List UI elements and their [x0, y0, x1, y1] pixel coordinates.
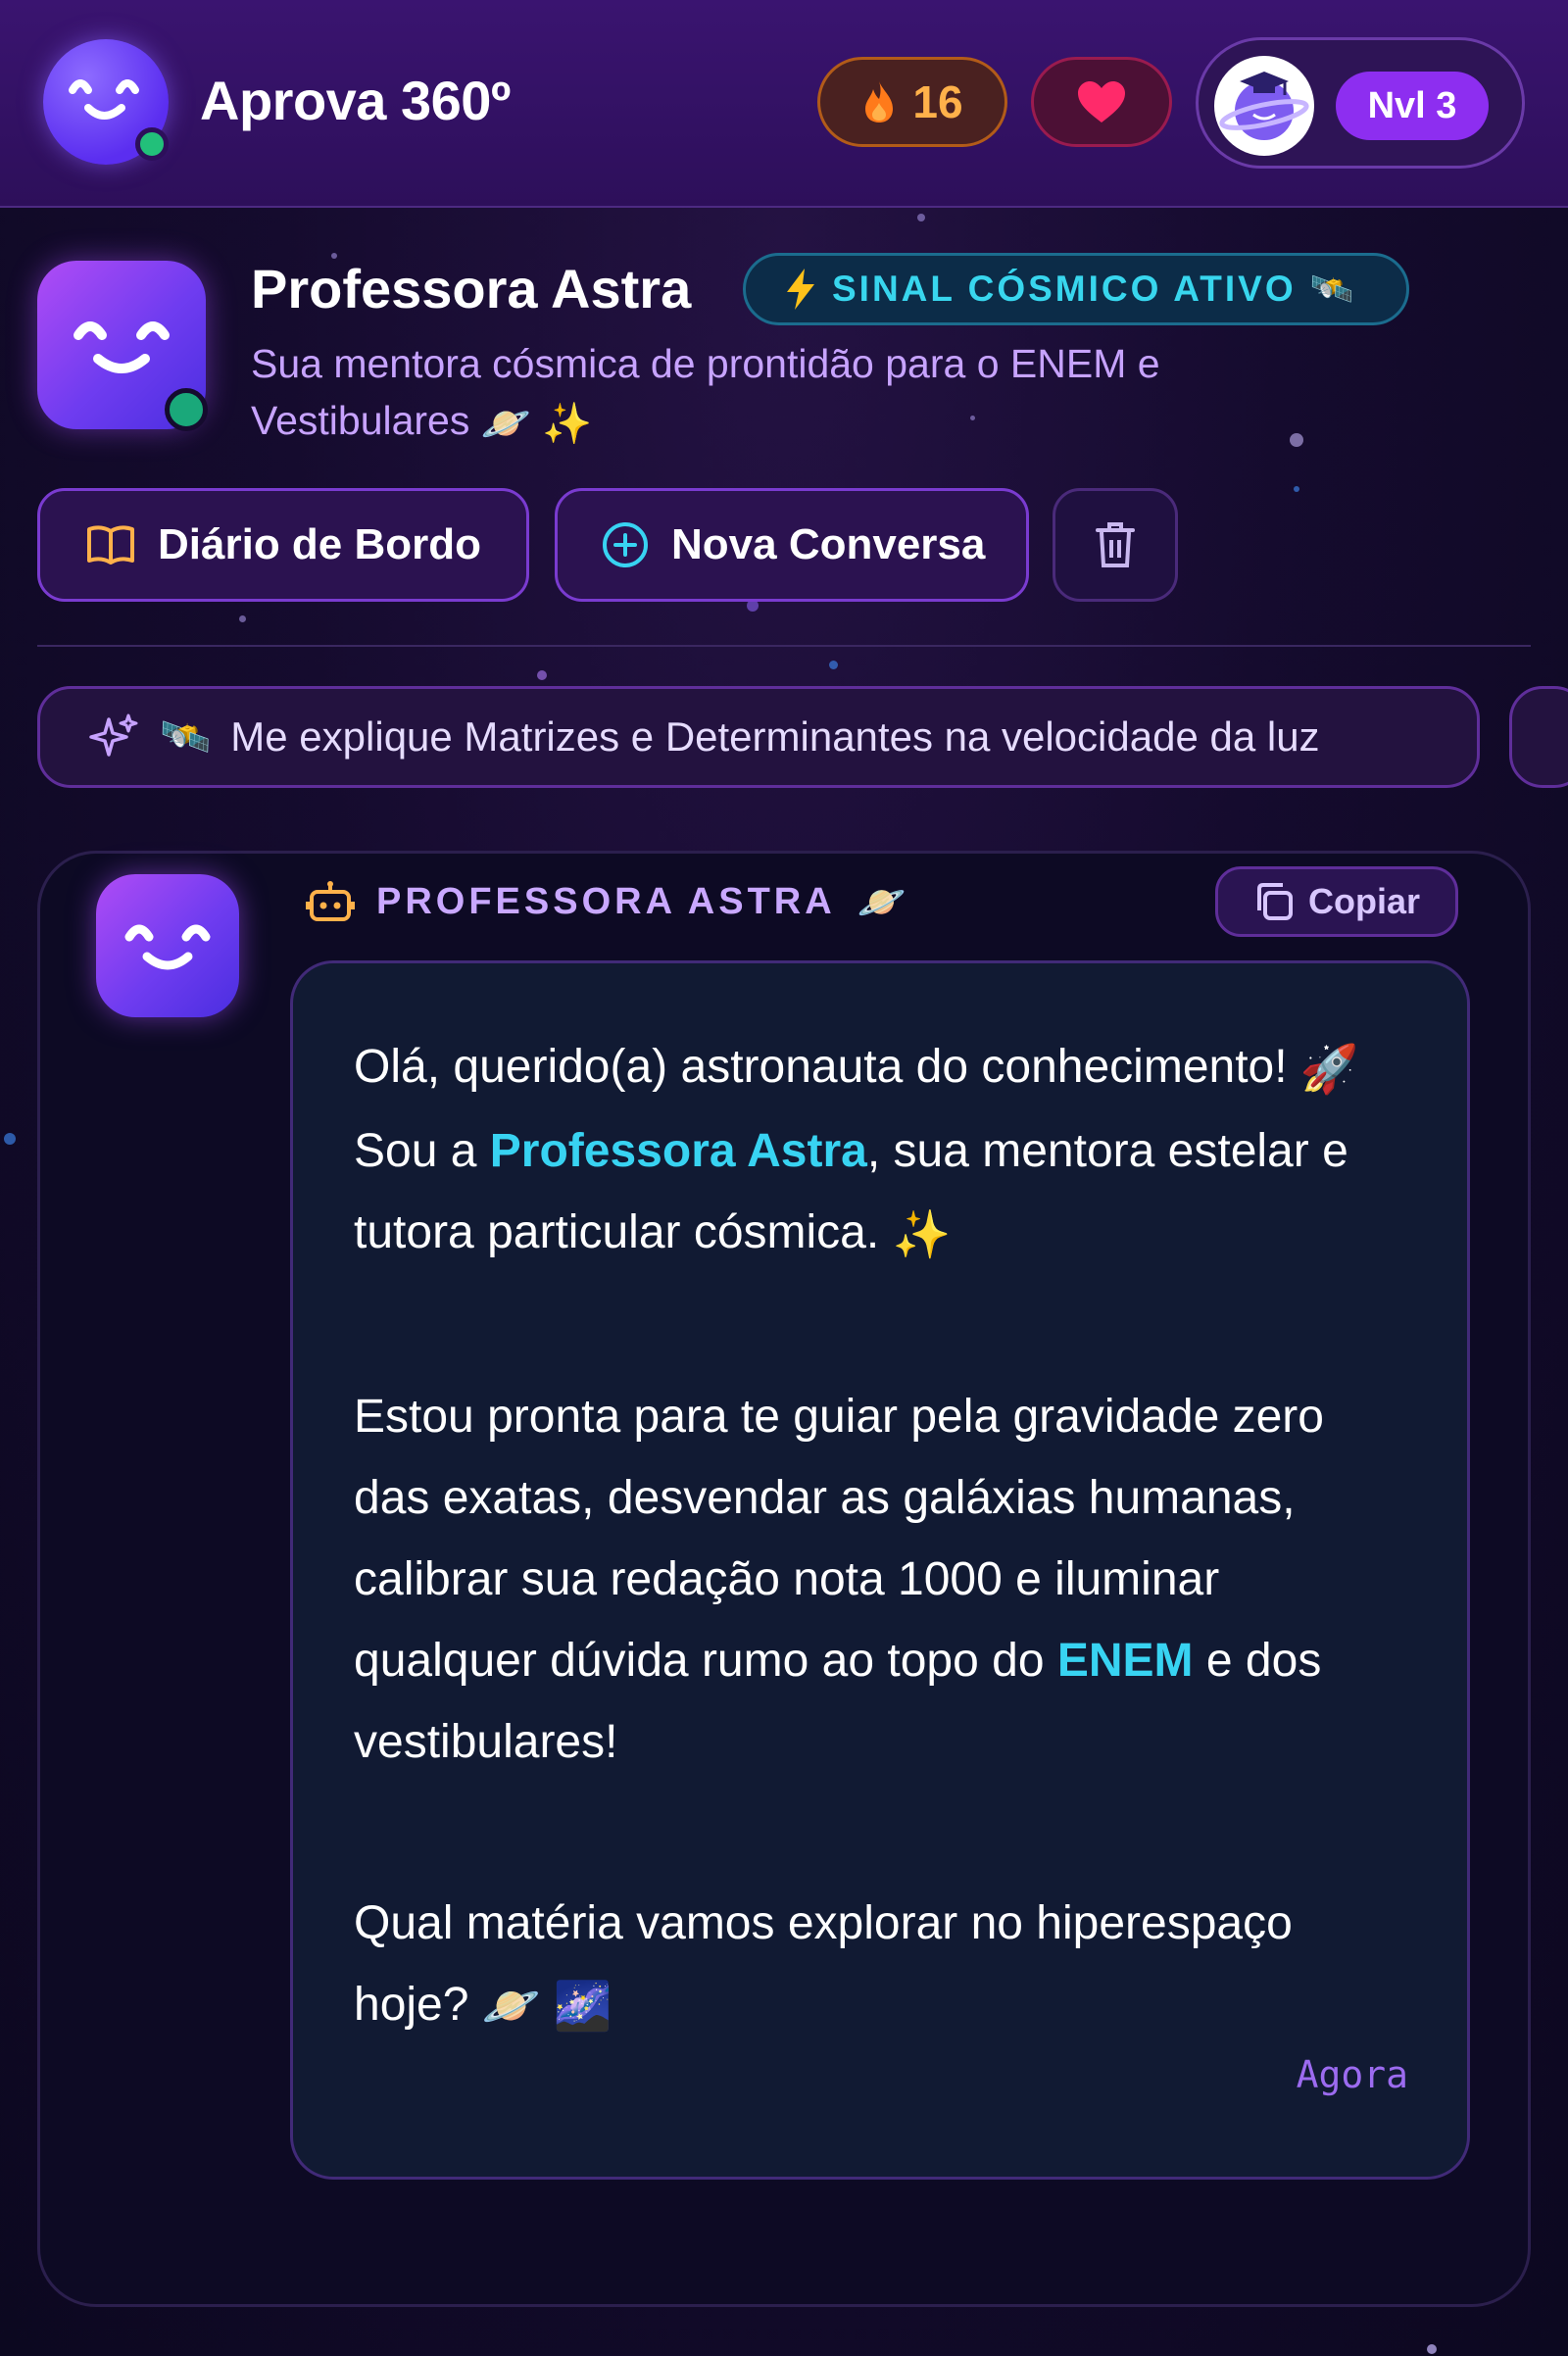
nova-conversa-button[interactable]: Nova Conversa	[555, 488, 1029, 602]
sparkles-icon: ✨	[542, 401, 593, 447]
streak-counter[interactable]: 16	[817, 57, 1007, 147]
robot-icon	[306, 881, 355, 921]
satellite-icon: 🛰️	[160, 712, 212, 760]
signal-status-badge: SINAL CÓSMICO ATIVO 🛰️	[743, 253, 1409, 325]
fire-icon	[865, 81, 894, 123]
message-paragraph: Qual matéria vamos explorar no hiperespa…	[354, 1883, 1410, 2048]
message-avatar	[96, 874, 239, 1017]
app-title: Aprova 360º	[200, 70, 511, 131]
suggestion-chip-next[interactable]	[1509, 686, 1568, 788]
sparkles-icon: ✨	[892, 1208, 952, 1261]
planet-graduate-icon	[1219, 72, 1309, 140]
highlight-tutor-name: Professora Astra	[489, 1124, 867, 1177]
diario-de-bordo-button[interactable]: Diário de Bordo	[37, 488, 529, 602]
lives-indicator[interactable]	[1031, 57, 1172, 147]
divider	[37, 645, 1531, 647]
tutor-name: Professora Astra	[251, 258, 692, 319]
planet-icon: 🪐	[480, 401, 531, 447]
suggestion-chip[interactable]: 🛰️ Me explique Matrizes e Determinantes …	[37, 686, 1480, 788]
diario-label: Diário de Bordo	[158, 520, 482, 568]
highlight-enem: ENEM	[1056, 1634, 1194, 1687]
sparkles-icon	[89, 713, 138, 757]
tutor-subtitle: Sua mentora cósmica de prontidão para o …	[251, 335, 1309, 452]
tutor-avatar	[37, 261, 208, 431]
message-timestamp: Agora	[1296, 2053, 1408, 2096]
trash-icon	[1096, 522, 1135, 567]
copy-label: Copiar	[1307, 881, 1420, 921]
message-paragraph: Olá, querido(a) astronauta do conhecimen…	[354, 1026, 1410, 1276]
lightning-icon	[787, 269, 814, 310]
copy-icon	[1256, 883, 1293, 920]
app-logo[interactable]	[43, 39, 169, 165]
level-badge: Nvl 3	[1336, 72, 1489, 140]
planet-icon: 🪐	[481, 1981, 541, 2034]
copy-button[interactable]: Copiar	[1215, 866, 1458, 937]
rocket-icon: 🚀	[1299, 1043, 1359, 1096]
plus-circle-icon	[603, 522, 648, 567]
suggestion-text: Me explique Matrizes e Determinantes na …	[230, 713, 1320, 760]
smile-face-icon	[74, 321, 170, 373]
smile-face-icon	[69, 79, 139, 120]
profile-pill[interactable]: Nvl 3	[1196, 37, 1525, 169]
message-bubble: Olá, querido(a) astronauta do conhecimen…	[290, 960, 1470, 2180]
planet-icon: 🪐	[857, 880, 906, 924]
top-bar: Aprova 360º 16 Nvl 3	[0, 0, 1568, 208]
signal-status-text: SINAL CÓSMICO ATIVO	[832, 269, 1297, 309]
message-paragraph: Estou pronta para te guiar pela gravidad…	[354, 1390, 1324, 1768]
sender-name: PROFESSORA ASTRA	[376, 880, 836, 922]
user-avatar[interactable]	[1214, 56, 1314, 156]
book-open-icon	[87, 525, 134, 564]
message-sender: PROFESSORA ASTRA 🪐	[306, 874, 906, 929]
streak-count: 16	[912, 76, 963, 127]
nova-label: Nova Conversa	[671, 520, 986, 568]
heart-icon	[1078, 81, 1125, 123]
delete-conversation-button[interactable]	[1053, 488, 1178, 602]
online-indicator	[165, 388, 208, 431]
milky-way-icon: 🌌	[553, 1981, 612, 2034]
satellite-icon: 🛰️	[1309, 269, 1354, 309]
smile-face-icon	[124, 924, 211, 970]
online-indicator	[135, 127, 169, 161]
